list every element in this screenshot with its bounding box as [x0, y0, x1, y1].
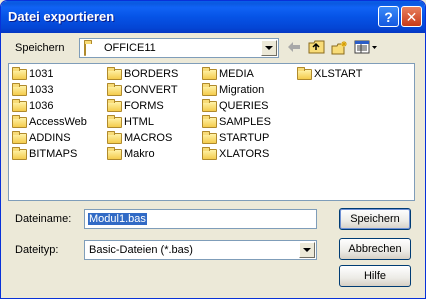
list-item[interactable]: 1033 — [12, 82, 53, 98]
list-item[interactable]: 1036 — [12, 98, 53, 114]
list-item[interactable]: ADDINS — [12, 130, 71, 146]
list-item[interactable]: MEDIA — [202, 66, 254, 82]
filetype-dropdown-button[interactable] — [299, 242, 315, 258]
list-item[interactable]: MACROS — [107, 130, 172, 146]
list-item[interactable]: SAMPLES — [202, 114, 271, 130]
help-button[interactable]: Hilfe — [339, 265, 411, 287]
folder-icon — [107, 82, 122, 96]
folder-icon — [297, 66, 312, 80]
back-arrow-icon — [288, 42, 300, 52]
help-title-button[interactable]: ? — [378, 6, 399, 27]
folder-name: 1033 — [29, 84, 54, 96]
back-button[interactable] — [285, 38, 303, 56]
save-button-label: Speichern — [350, 213, 400, 225]
folder-icon — [107, 66, 122, 80]
folder-icon — [12, 66, 27, 80]
dialog-body: Speichern OFFICE11 1031 1033 1036 Access… — [1, 33, 425, 298]
view-menu-button[interactable] — [353, 38, 379, 56]
folder-icon — [202, 130, 217, 144]
export-dialog: Datei exportieren ? ✕ Speichern OFFICE11 — [0, 0, 426, 299]
folder-name: QUERIES — [219, 100, 269, 112]
folder-icon — [12, 146, 27, 160]
filetype-label: Dateityp: — [15, 244, 59, 256]
list-item[interactable]: HTML — [107, 114, 154, 130]
list-item[interactable]: BITMAPS — [12, 146, 77, 162]
folder-name: Migration — [219, 84, 265, 96]
dialog-title: Datei exportieren — [8, 9, 115, 24]
folder-name: XLSTART — [314, 68, 363, 80]
title-bar[interactable]: Datei exportieren ? ✕ — [1, 1, 425, 33]
chevron-down-icon — [303, 248, 311, 252]
folder-name: STARTUP — [219, 132, 270, 144]
folder-name: AccessWeb — [29, 116, 87, 128]
list-item[interactable]: XLATORS — [202, 146, 269, 162]
folder-name: Makro — [124, 148, 155, 160]
close-title-button[interactable]: ✕ — [401, 6, 422, 27]
folder-icon — [12, 114, 27, 128]
folder-name: XLATORS — [219, 148, 270, 160]
chevron-down-icon — [265, 46, 273, 50]
help-button-label: Hilfe — [363, 270, 386, 282]
folder-name: BITMAPS — [29, 148, 78, 160]
folder-name: 1036 — [29, 100, 54, 112]
list-item[interactable]: XLSTART — [297, 66, 363, 82]
list-item[interactable]: CONVERT — [107, 82, 178, 98]
new-folder-icon — [331, 40, 347, 54]
filename-value: Modul1.bas — [88, 213, 147, 225]
folder-icon — [12, 98, 27, 112]
list-item[interactable]: STARTUP — [202, 130, 269, 146]
folder-icon — [107, 130, 122, 144]
folder-name: ADDINS — [29, 132, 71, 144]
view-menu-icon — [354, 40, 377, 54]
filename-input[interactable]: Modul1.bas — [84, 209, 317, 229]
folder-name: 1031 — [29, 68, 54, 80]
folder-name: FORMS — [124, 100, 164, 112]
question-mark-icon: ? — [384, 8, 393, 25]
filename-label: Dateiname: — [15, 213, 72, 225]
filetype-value: Basic-Dateien (*.bas) — [89, 244, 193, 256]
list-item[interactable]: QUERIES — [202, 98, 269, 114]
folder-icon — [84, 42, 86, 56]
new-folder-button[interactable] — [330, 38, 348, 56]
list-item[interactable]: AccessWeb — [12, 114, 87, 130]
folder-name: CONVERT — [124, 84, 178, 96]
folder-name: BORDERS — [124, 68, 179, 80]
list-item[interactable]: FORMS — [107, 98, 164, 114]
list-item[interactable]: Makro — [107, 146, 155, 162]
folder-icon — [202, 98, 217, 112]
folder-icon — [202, 82, 217, 96]
folder-name: HTML — [124, 116, 154, 128]
folder-icon — [202, 146, 217, 160]
folder-icon — [12, 82, 27, 96]
list-item[interactable]: 1031 — [12, 66, 53, 82]
up-folder-icon — [308, 40, 324, 54]
folder-icon — [202, 66, 217, 80]
up-folder-button[interactable] — [307, 38, 325, 56]
folder-name: MEDIA — [219, 68, 254, 80]
folder-icon — [107, 98, 122, 112]
folder-icon — [107, 146, 122, 160]
location-label: Speichern — [15, 42, 65, 54]
folder-icon — [202, 114, 217, 128]
folder-icon — [12, 130, 27, 144]
file-list[interactable]: 1031 1033 1036 AccessWeb ADDINS BITMAPS BORDER… — [8, 63, 415, 201]
location-combobox[interactable]: OFFICE11 — [79, 38, 279, 58]
save-button[interactable]: Speichern — [339, 208, 411, 230]
close-icon: ✕ — [405, 8, 418, 25]
cancel-button[interactable]: Abbrechen — [339, 238, 411, 260]
list-item[interactable]: Migration — [202, 82, 264, 98]
folder-icon — [107, 114, 122, 128]
current-folder-name: OFFICE11 — [104, 42, 156, 54]
cancel-button-label: Abbrechen — [348, 243, 402, 255]
location-dropdown-button[interactable] — [261, 40, 277, 56]
folder-name: MACROS — [124, 132, 173, 144]
filetype-combobox[interactable]: Basic-Dateien (*.bas) — [84, 240, 317, 260]
folder-name: SAMPLES — [219, 116, 271, 128]
list-item[interactable]: BORDERS — [107, 66, 178, 82]
